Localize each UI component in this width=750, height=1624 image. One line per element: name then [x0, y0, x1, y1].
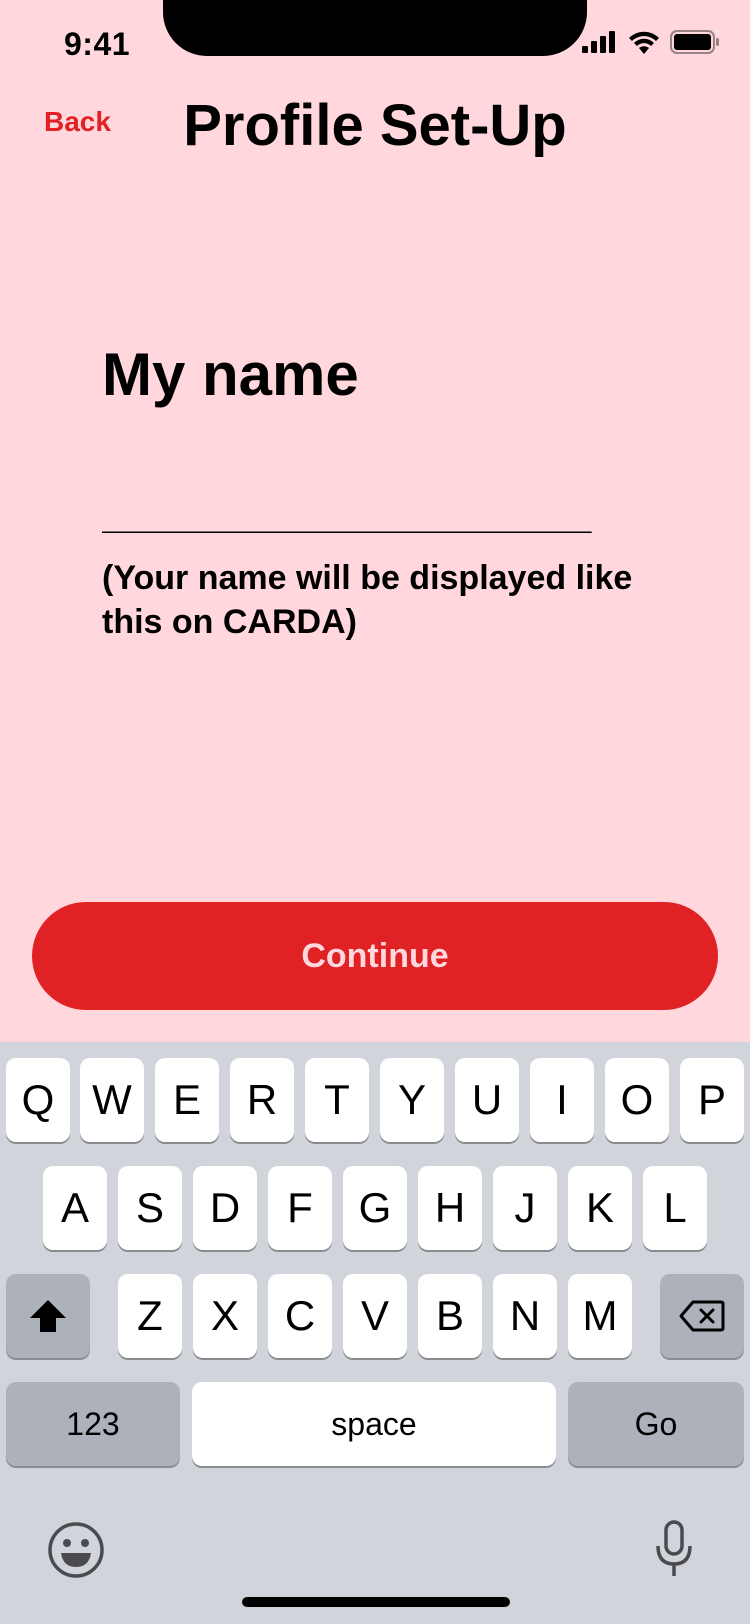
emoji-button[interactable] [46, 1520, 106, 1580]
go-key[interactable]: Go [568, 1382, 744, 1466]
shift-icon [30, 1300, 66, 1332]
name-input[interactable] [102, 490, 687, 540]
key-b[interactable]: B [418, 1274, 482, 1358]
key-h[interactable]: H [418, 1166, 482, 1250]
key-e[interactable]: E [155, 1058, 219, 1142]
continue-button[interactable]: Continue [32, 902, 718, 1010]
status-bar: 9:41 [0, 0, 750, 90]
emoji-icon [48, 1522, 104, 1578]
key-o[interactable]: O [605, 1058, 669, 1142]
key-a[interactable]: A [43, 1166, 107, 1250]
key-y[interactable]: Y [380, 1058, 444, 1142]
key-d[interactable]: D [193, 1166, 257, 1250]
status-icons [582, 30, 720, 54]
wifi-icon [629, 31, 659, 54]
microphone-button[interactable] [654, 1520, 694, 1580]
key-k[interactable]: K [568, 1166, 632, 1250]
key-q[interactable]: Q [6, 1058, 70, 1142]
battery-icon [670, 30, 719, 54]
signal-icon [582, 31, 615, 53]
home-indicator [242, 1597, 510, 1607]
helper-text: (Your name will be displayed like this o… [102, 559, 633, 641]
key-m[interactable]: M [568, 1274, 632, 1358]
space-key[interactable]: space [192, 1382, 556, 1466]
key-n[interactable]: N [493, 1274, 557, 1358]
keyboard: Q W E R T Y U I O P A S D F G H J K L Z … [0, 1042, 750, 1624]
notch [163, 0, 587, 56]
key-l[interactable]: L [643, 1166, 707, 1250]
key-p[interactable]: P [680, 1058, 744, 1142]
key-t[interactable]: T [305, 1058, 369, 1142]
key-s[interactable]: S [118, 1166, 182, 1250]
key-i[interactable]: I [530, 1058, 594, 1142]
name-label: My name [102, 341, 359, 408]
key-r[interactable]: R [230, 1058, 294, 1142]
delete-key[interactable] [660, 1274, 744, 1358]
key-u[interactable]: U [455, 1058, 519, 1142]
page-title: Profile Set-Up [183, 93, 567, 158]
numbers-key[interactable]: 123 [6, 1382, 180, 1466]
key-v[interactable]: V [343, 1274, 407, 1358]
key-j[interactable]: J [493, 1166, 557, 1250]
key-x[interactable]: X [193, 1274, 257, 1358]
key-g[interactable]: G [343, 1166, 407, 1250]
backspace-icon [679, 1300, 725, 1332]
key-z[interactable]: Z [118, 1274, 182, 1358]
key-f[interactable]: F [268, 1166, 332, 1250]
shift-key[interactable] [6, 1274, 90, 1358]
status-time: 9:41 [64, 26, 131, 62]
nav-bar: Profile Set-Up Back [0, 90, 750, 200]
microphone-icon [656, 1520, 692, 1576]
key-w[interactable]: W [80, 1058, 144, 1142]
key-c[interactable]: C [268, 1274, 332, 1358]
back-button[interactable]: Back [44, 106, 111, 138]
